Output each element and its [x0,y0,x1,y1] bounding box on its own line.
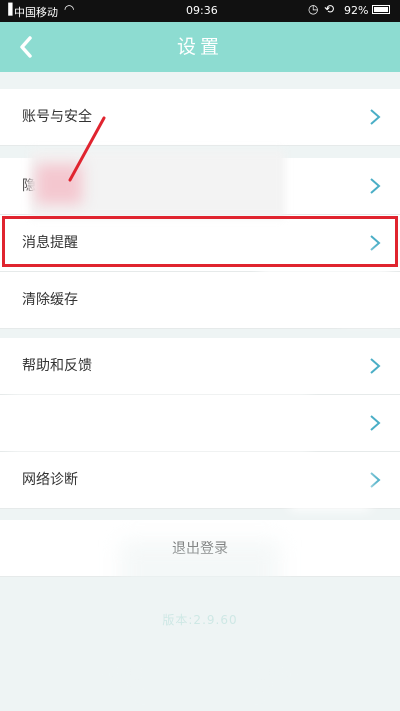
annotation-arrow-line [68,116,106,182]
